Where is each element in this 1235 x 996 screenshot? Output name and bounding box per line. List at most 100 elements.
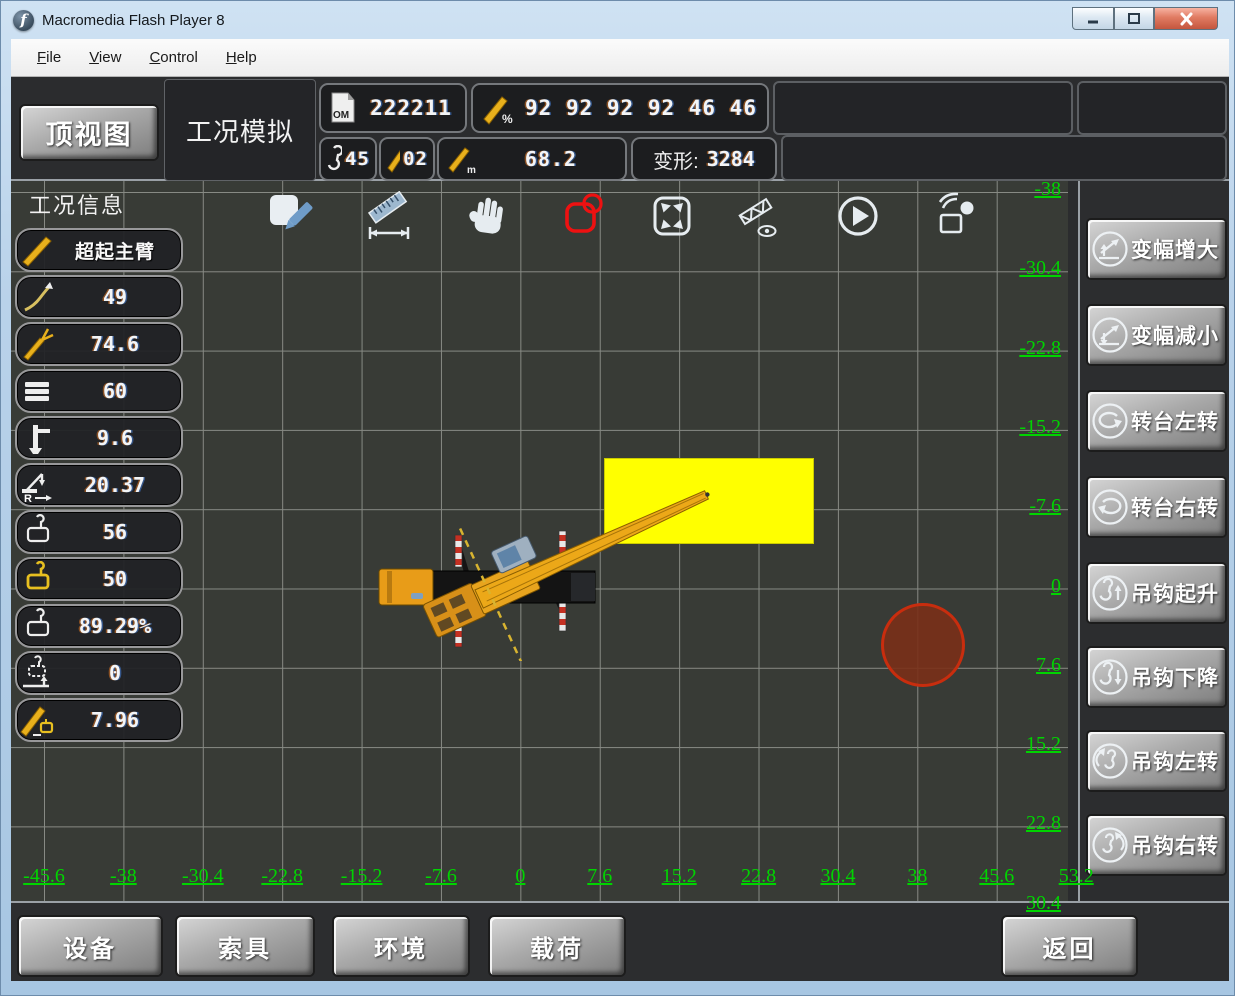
sidebar-item-counterweight[interactable]: 60 (15, 369, 183, 413)
luffing-down-button[interactable]: 变幅减小 (1086, 304, 1227, 366)
x-axis-tick: -15.2 (324, 865, 400, 888)
sidebar-item-rated-load[interactable]: 56 (15, 510, 183, 554)
minimize-icon (1086, 13, 1100, 25)
sidebar-item-value: 7.96 (57, 708, 181, 732)
truck-cab (379, 569, 433, 605)
x-axis-tick: -22.8 (244, 865, 320, 888)
hook-height-icon (17, 655, 57, 691)
sidebar-item-boom-load[interactable]: 7.96 (15, 698, 183, 742)
hook-lower-icon (1091, 658, 1129, 696)
svg-text:OM: OM (333, 110, 349, 121)
length-display: m 68.2 (437, 137, 627, 181)
outrigger-icon (17, 420, 57, 456)
sidebar-item-value: 74.6 (57, 332, 181, 356)
percent-display: % 92 92 92 92 46 46 (471, 83, 769, 133)
code-display: OM 222211 (319, 83, 467, 133)
menu-item-file[interactable]: File (23, 45, 75, 70)
menu-item-control[interactable]: Control (135, 45, 211, 70)
signal-icon[interactable] (933, 191, 979, 243)
y-axis-tick: 15.2 (977, 733, 1061, 756)
y-axis-tick: -22.8 (977, 337, 1061, 360)
fit-view-icon[interactable] (650, 191, 696, 243)
code-value: 222211 (365, 96, 457, 120)
sidebar-item-main-boom[interactable]: 超起主臂 (15, 228, 183, 272)
sidebar-item-outrigger[interactable]: 9.6 (15, 416, 183, 460)
window-title: Macromedia Flash Player 8 (42, 12, 225, 29)
crane-top-view[interactable] (371, 481, 731, 661)
load-button[interactable]: 载荷 (488, 915, 626, 977)
measure-icon[interactable] (366, 191, 412, 243)
mode-label-panel: 工况模拟 (164, 79, 316, 181)
hook-raise-button[interactable]: 吊钩起升 (1086, 562, 1227, 624)
x-axis-tick: -38 (85, 865, 161, 888)
maximize-button[interactable] (1114, 7, 1154, 30)
button-label: 转台右转 (1131, 492, 1219, 522)
sidebar-item-jib-angle[interactable]: 49 (15, 275, 183, 319)
rigging-button[interactable]: 索具 (175, 915, 315, 977)
button-label: 吊钩左转 (1131, 746, 1219, 776)
x-axis-tick: -45.6 (6, 865, 82, 888)
sidebar-item-working-radius[interactable]: R 20.37 (15, 463, 183, 507)
svg-text:R: R (24, 493, 32, 503)
sidebar-item-value: 20.37 (57, 473, 181, 497)
close-button[interactable] (1154, 7, 1218, 30)
boom-percent-icon: % (481, 91, 515, 125)
region-select-icon[interactable] (562, 191, 608, 243)
equipment-button[interactable]: 设备 (17, 915, 163, 977)
slew-left-icon (1091, 402, 1129, 440)
svg-text:%: % (502, 112, 513, 125)
minimize-button[interactable] (1072, 7, 1114, 30)
sidebar-item-value: 50 (57, 567, 181, 591)
back-button[interactable]: 返回 (1001, 915, 1138, 977)
x-axis-tick: 15.2 (641, 865, 717, 888)
slew-right-button[interactable]: 转台右转 (1086, 476, 1227, 538)
sidebar-item-value: 56 (57, 520, 181, 544)
sidebar-item-boom-angle[interactable]: 74.6 (15, 322, 183, 366)
pan-icon[interactable] (467, 191, 513, 243)
close-icon (1179, 12, 1194, 26)
y-axis-tick: 22.8 (977, 812, 1061, 835)
y-axis-tick: -30.4 (977, 257, 1061, 280)
boom-angle-icon (17, 326, 57, 362)
boom-load-icon (17, 702, 57, 738)
sidebar-item-value: 0 (57, 661, 181, 685)
om-document-icon: OM (329, 91, 357, 125)
environment-button[interactable]: 环境 (332, 915, 470, 977)
sidebar-item-value: 9.6 (57, 426, 181, 450)
empty-panel-1 (773, 81, 1073, 135)
sidebar-item-value: 60 (57, 379, 181, 403)
sidebar-item-value: 89.29% (57, 614, 181, 638)
length-value: 68.2 (485, 147, 617, 171)
hook-count-value: 45 (345, 148, 370, 170)
y-axis-tick: 7.6 (977, 654, 1061, 677)
annotate-icon[interactable] (267, 191, 313, 243)
maximize-icon (1127, 12, 1141, 25)
sidebar-item-actual-load[interactable]: 50 (15, 557, 183, 601)
sidebar-item-hook-height[interactable]: 0 (15, 651, 183, 695)
hook-lower-button[interactable]: 吊钩下降 (1086, 646, 1227, 708)
button-label: 转台左转 (1131, 406, 1219, 436)
hook-rotate-left-button[interactable]: 吊钩左转 (1086, 730, 1227, 792)
load-ratio-icon (17, 608, 57, 644)
slew-left-button[interactable]: 转台左转 (1086, 390, 1227, 452)
percent-value: 92 92 92 92 46 46 (523, 96, 759, 120)
control-button-panel: 变幅增大 变幅减小 转台左转 转台右转 吊钩起升 吊钩下降 (1078, 181, 1229, 901)
sidebar-item-load-ratio[interactable]: 89.29% (15, 604, 183, 648)
play-icon[interactable] (836, 191, 882, 243)
top-view-button[interactable]: 顶视图 (19, 104, 159, 161)
empty-panel-2 (1077, 81, 1227, 135)
actual-load-icon (17, 561, 57, 597)
obstacle-circle (881, 603, 965, 687)
deformation-value: 3284 (707, 147, 755, 171)
menu-item-help[interactable]: Help (212, 45, 271, 70)
sidebar-item-value: 超起主臂 (57, 237, 181, 264)
menu-item-view[interactable]: View (75, 45, 135, 70)
x-axis-tick: 53.2 (1038, 865, 1114, 888)
boom-length-icon: m (447, 144, 477, 174)
boom-view-icon[interactable] (737, 191, 783, 243)
luffing-up-button[interactable]: 变幅增大 (1086, 218, 1227, 280)
main-boom-icon (17, 232, 57, 268)
y-axis-tick: -38 (977, 178, 1061, 201)
y-axis-tick: 0 (977, 575, 1061, 598)
y-axis-tick: -15.2 (977, 416, 1061, 439)
